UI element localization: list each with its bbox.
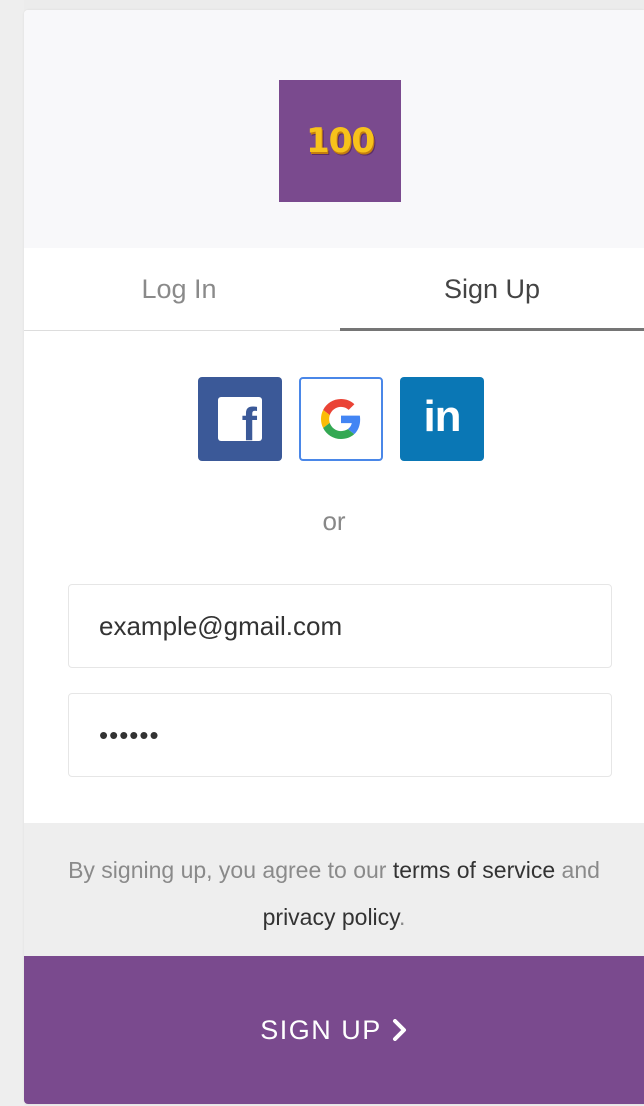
google-login-button[interactable] <box>299 377 383 461</box>
auth-tabs: Log In Sign Up <box>24 248 644 331</box>
terms-suffix: . <box>398 904 406 930</box>
terms-middle: and <box>555 857 600 883</box>
brand-logo: 100 <box>279 80 401 202</box>
tab-log-in[interactable]: Log In <box>24 248 334 330</box>
email-field[interactable] <box>68 584 612 668</box>
chevron-right-icon <box>392 1019 406 1041</box>
linkedin-icon: in <box>423 392 461 441</box>
linkedin-login-button[interactable]: in <box>400 377 484 461</box>
sign-up-button[interactable]: SIGN UP <box>24 956 644 1104</box>
terms-prefix: By signing up, you agree to our <box>68 857 393 883</box>
tab-sign-up[interactable]: Sign Up <box>340 248 644 330</box>
card-header: 100 <box>24 10 644 248</box>
sign-up-label: SIGN UP <box>260 1014 382 1045</box>
google-icon <box>321 399 361 439</box>
active-tab-indicator <box>340 328 644 331</box>
page-background <box>0 0 24 1106</box>
logo-text: 100 <box>306 121 375 161</box>
privacy-policy-link[interactable]: privacy policy <box>263 904 399 930</box>
password-field[interactable] <box>68 693 612 777</box>
auth-card: 100 Log In Sign Up f in or By signing up… <box>24 10 644 1104</box>
facebook-login-button[interactable]: f <box>198 377 282 461</box>
terms-notice: By signing up, you agree to our terms of… <box>24 823 644 956</box>
or-separator: or <box>322 506 346 536</box>
terms-of-service-link[interactable]: terms of service <box>393 857 555 883</box>
facebook-icon: f <box>218 397 262 441</box>
